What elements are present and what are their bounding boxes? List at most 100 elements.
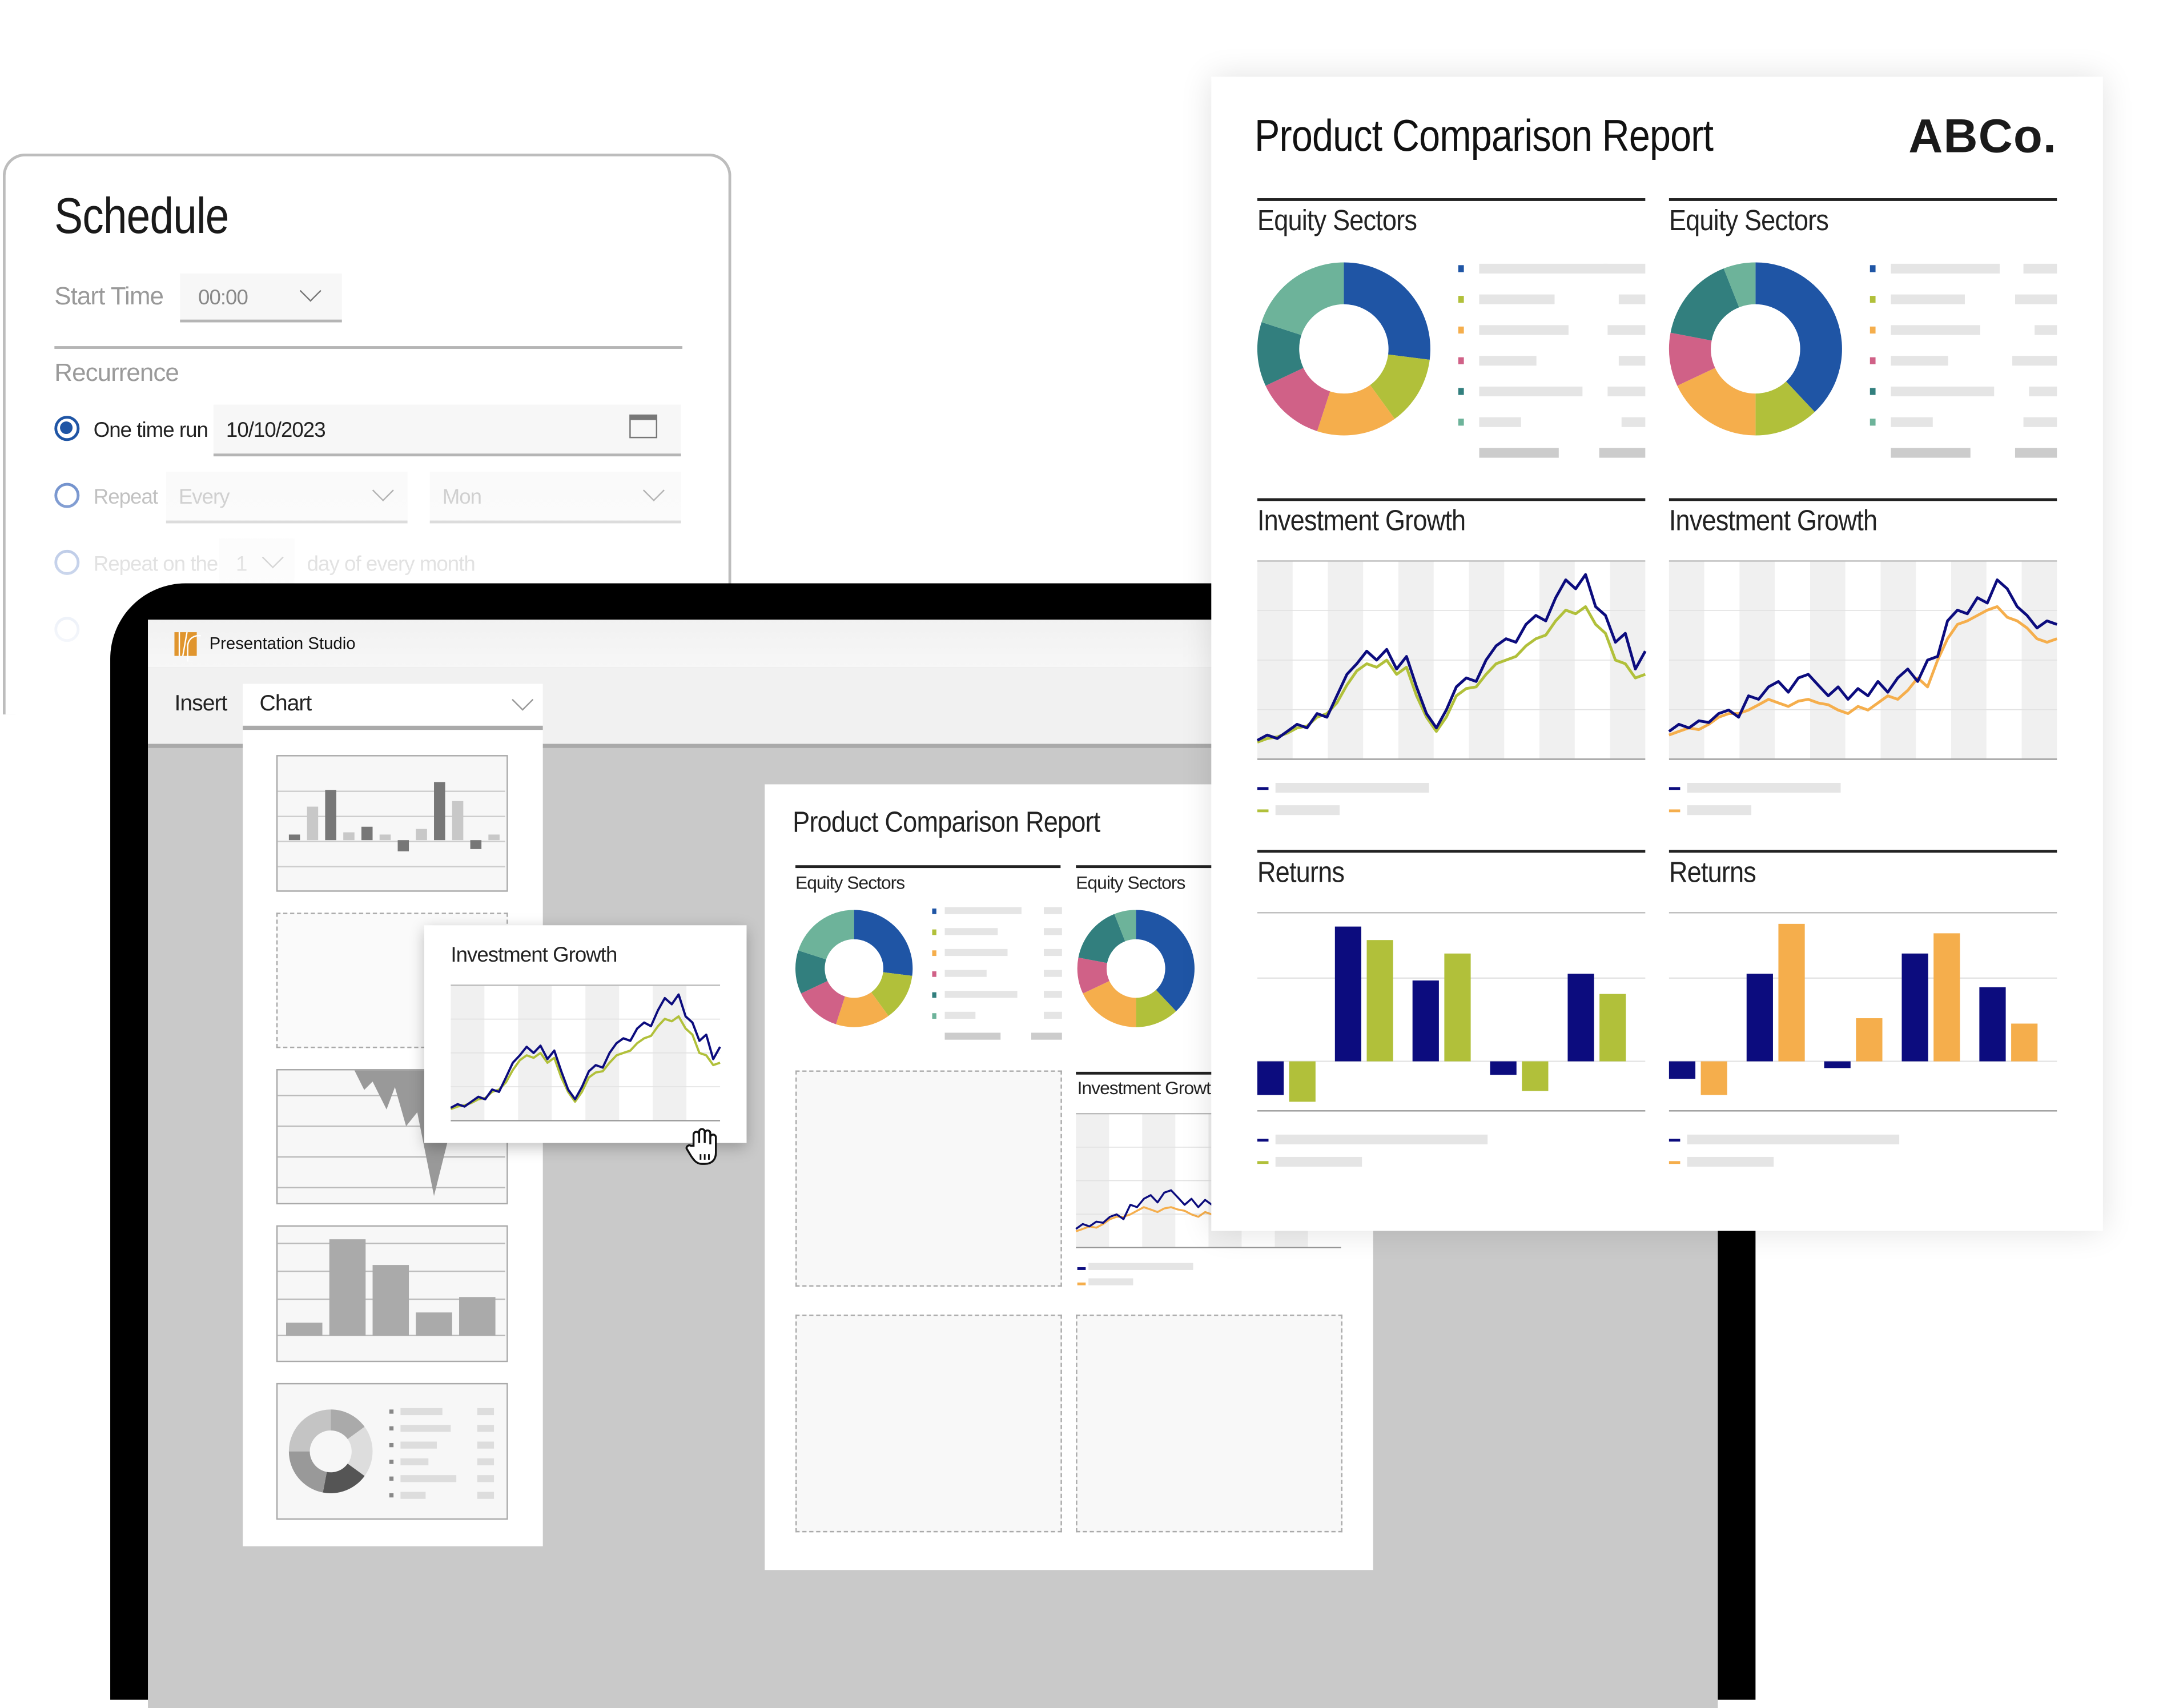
investment-growth-heading: Investment Growth xyxy=(1669,505,1877,537)
legend-value-placeholder xyxy=(1031,1032,1062,1040)
investment-growth-chart[interactable] xyxy=(1668,560,2058,760)
return-bar xyxy=(1824,1061,1851,1068)
slide-growth-heading: Investment Growth xyxy=(1077,1077,1221,1099)
bar-chart-thumbnail xyxy=(278,782,505,867)
divider xyxy=(54,346,683,349)
legend-label-placeholder xyxy=(1891,448,1971,458)
thumbnail-bar xyxy=(416,1312,452,1336)
legend-swatch xyxy=(1869,326,1876,334)
legend-swatch xyxy=(1869,265,1876,272)
returns-bar-chart[interactable] xyxy=(1669,912,2057,1112)
legend-swatch xyxy=(932,908,936,914)
repeat-radio[interactable] xyxy=(54,483,80,508)
legend-value-placeholder xyxy=(477,1408,494,1416)
one-time-radio[interactable] xyxy=(54,416,80,441)
legend-label-placeholder xyxy=(1891,386,1995,397)
legend-label-placeholder xyxy=(1479,294,1555,304)
radio-option[interactable] xyxy=(54,617,80,642)
thumbnail-bar xyxy=(288,834,300,841)
legend-value-placeholder xyxy=(1618,294,1646,304)
investment-growth-chart[interactable] xyxy=(1256,560,1647,760)
investment-growth-heading: Investment Growth xyxy=(1257,505,1466,537)
legend-swatch xyxy=(389,1409,394,1414)
repeat-label: Repeat xyxy=(93,485,158,510)
donut-slice xyxy=(288,1409,331,1452)
legend-value-placeholder xyxy=(1044,991,1062,998)
repeat-on-radio[interactable] xyxy=(54,549,80,575)
legend-label-placeholder xyxy=(400,1441,437,1449)
app-logo-icon xyxy=(174,632,201,662)
legend-swatch xyxy=(1077,1267,1086,1269)
legend-label-placeholder xyxy=(944,907,1022,914)
sector-donut-chart[interactable] xyxy=(1257,261,1433,437)
thumbnail-bar xyxy=(361,826,373,841)
insert-type-select[interactable]: Chart xyxy=(243,684,543,730)
sector-donut-chart[interactable] xyxy=(1669,261,1845,437)
one-time-label: One time run xyxy=(93,419,208,443)
legend-swatch xyxy=(1257,809,1269,813)
section-rule xyxy=(1257,198,1646,201)
chart-placeholder[interactable] xyxy=(1076,1315,1343,1533)
repeat-on-day-select[interactable]: 1 xyxy=(219,538,295,588)
date-input[interactable]: 10/10/2023 xyxy=(213,404,681,457)
chart-placeholder[interactable] xyxy=(795,1315,1062,1533)
return-bar xyxy=(1412,980,1439,1062)
legend-swatch xyxy=(1458,419,1464,426)
legend-label-placeholder xyxy=(1275,805,1340,815)
sector-donut-chart[interactable] xyxy=(1077,910,1196,1028)
return-bar xyxy=(2011,1023,2038,1062)
series-line xyxy=(1257,605,1646,744)
legend-label-placeholder xyxy=(1891,263,2000,274)
legend-label-placeholder xyxy=(1275,783,1429,793)
legend-value-placeholder xyxy=(1607,386,1646,397)
schedule-title: Schedule xyxy=(54,187,229,244)
repeat-day-select[interactable]: Mon xyxy=(429,472,681,524)
thumbnail-bar xyxy=(286,1323,323,1336)
thumbnail-bar xyxy=(329,1239,366,1336)
legend-label-placeholder xyxy=(1479,356,1537,366)
thumbnail-bar xyxy=(434,782,445,841)
series-line xyxy=(1256,573,1647,742)
repeat-every-select[interactable]: Every xyxy=(166,472,408,524)
sector-donut-chart[interactable] xyxy=(795,910,914,1028)
column-chart-option[interactable] xyxy=(276,1225,508,1363)
legend-text-placeholder xyxy=(1088,1263,1193,1270)
legend-swatch xyxy=(389,1426,394,1430)
donut-chart-option[interactable] xyxy=(276,1383,508,1520)
series-line xyxy=(1669,605,2058,737)
legend-value-placeholder xyxy=(1044,970,1062,977)
repeat-on-label: Repeat on the xyxy=(93,552,219,577)
legend-swatch xyxy=(1257,787,1269,790)
return-bar xyxy=(1444,953,1471,1062)
legend-swatch xyxy=(1669,809,1680,813)
legend-value-placeholder xyxy=(1603,263,1646,274)
thumbnail-bar xyxy=(372,1265,409,1336)
legend-value-placeholder xyxy=(2035,325,2057,335)
chart-placeholder[interactable] xyxy=(795,1070,1062,1287)
legend-swatch xyxy=(1458,388,1464,395)
legend-value-placeholder xyxy=(2015,448,2057,458)
legend-value-placeholder xyxy=(1044,1011,1062,1019)
chevron-down-icon xyxy=(262,546,284,569)
legend-label-placeholder xyxy=(400,1475,457,1482)
legend-label-placeholder xyxy=(1479,386,1583,397)
returns-bar-chart[interactable] xyxy=(1257,912,1646,1112)
donut-slice xyxy=(1344,262,1430,360)
thumbnail-bar xyxy=(307,806,319,841)
return-bar xyxy=(1567,974,1594,1062)
returns-heading: Returns xyxy=(1257,857,1345,889)
legend-swatch xyxy=(1869,357,1876,364)
legend-value-placeholder xyxy=(477,1475,494,1482)
section-rule xyxy=(1669,498,2057,501)
legend-label-placeholder xyxy=(1275,1134,1488,1144)
thumbnail-bar xyxy=(488,834,500,841)
dragged-chart-card[interactable]: Investment Growth xyxy=(424,925,747,1143)
return-bar xyxy=(1490,1061,1517,1075)
bar-chart-option[interactable] xyxy=(276,755,508,892)
start-time-select[interactable]: 00:00 xyxy=(180,273,342,323)
return-bar xyxy=(1700,1061,1727,1095)
section-rule xyxy=(1257,850,1646,853)
calendar-icon[interactable] xyxy=(629,414,658,439)
legend-swatch xyxy=(1458,296,1464,303)
donut-slice xyxy=(1136,910,1195,1011)
